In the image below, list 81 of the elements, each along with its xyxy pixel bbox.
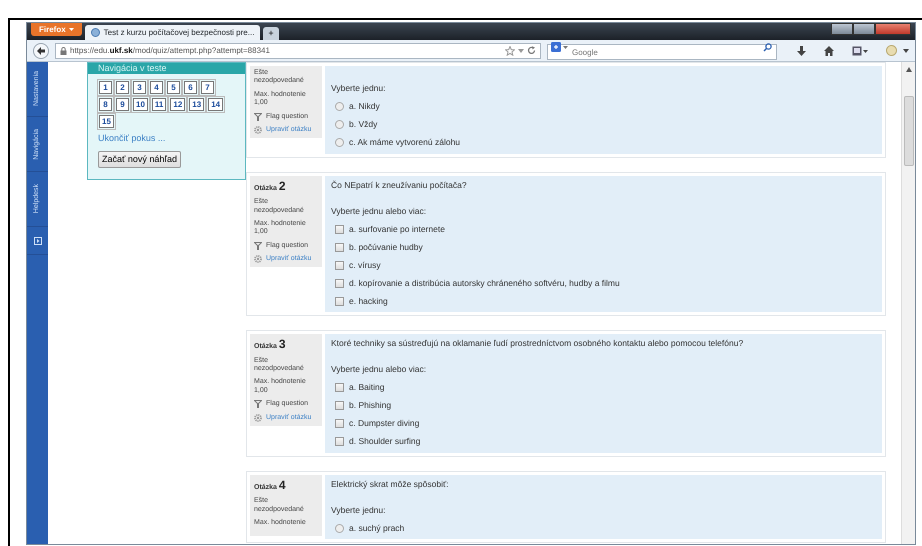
answer-option: e. hacking <box>349 294 388 308</box>
checkbox[interactable] <box>335 242 344 252</box>
close-button[interactable] <box>875 23 911 35</box>
checkbox[interactable] <box>335 419 344 428</box>
question-number-button[interactable]: 6 <box>184 81 197 94</box>
gear-icon[interactable] <box>254 414 262 422</box>
answer-option: a. suchý prach <box>349 522 404 535</box>
radio-button[interactable] <box>335 102 344 112</box>
answer-prompt: Vyberte jednu: <box>331 82 386 95</box>
question-number: 2 <box>278 178 286 193</box>
lock-icon <box>60 46 67 54</box>
minimize-button[interactable] <box>831 23 853 35</box>
answer-option: a. Nikdy <box>349 100 380 114</box>
question-number-button[interactable]: 8 <box>99 98 112 111</box>
gear-icon[interactable] <box>254 255 262 264</box>
panel-title: Navigácia v teste <box>88 63 245 74</box>
checkbox[interactable] <box>335 296 344 306</box>
question-number-button[interactable]: 14 <box>208 98 224 111</box>
question-text: Ktoré techniky sa sústreďujú na oklamanie ľudí prostredníctvom osobného kontaktu alebo pomocou telefónu? <box>331 337 744 350</box>
globe-icon <box>90 28 100 37</box>
download-icon[interactable] <box>797 46 806 56</box>
question-number-button[interactable]: 10 <box>133 98 148 111</box>
checkbox[interactable] <box>335 278 344 288</box>
reload-icon[interactable] <box>527 46 536 55</box>
flag-icon[interactable] <box>254 112 262 121</box>
radio-button[interactable] <box>335 524 344 533</box>
question-number-button[interactable]: 11 <box>152 98 166 111</box>
question-number: 4 <box>278 478 286 492</box>
finish-attempt-link[interactable]: Ukončiť pokus ... <box>88 132 245 146</box>
question-number-button[interactable]: 12 <box>170 98 186 111</box>
scrollbar-thumb[interactable] <box>904 96 914 166</box>
answer-prompt: Vyberte jednu alebo viac: <box>331 204 428 218</box>
flag-icon[interactable] <box>254 242 262 250</box>
answer-option: b. Vždy <box>349 118 378 132</box>
question-number-button[interactable]: 4 <box>150 81 163 94</box>
checkbox[interactable] <box>335 224 344 234</box>
answer-option: d. kopírovanie a distribúcia autorsky chráneného softvéru, hudby a filmu <box>349 276 620 290</box>
back-icon[interactable] <box>33 42 49 58</box>
home-icon[interactable] <box>824 46 834 56</box>
answer-option: a. surfovanie po internete <box>349 222 445 236</box>
question-text: Čo NEpatrí k zneužívaniu počítača? <box>331 178 468 192</box>
answer-prompt: Vyberte jednu alebo viac: <box>331 363 428 376</box>
new-tab-button[interactable]: + <box>263 27 279 40</box>
browser-tab[interactable]: Test z kurzu počítačovej bezpečnosti pre... <box>84 25 260 40</box>
answer-option: b. Phishing <box>349 399 392 412</box>
question-number-button[interactable]: 3 <box>133 81 146 94</box>
gear-icon[interactable] <box>254 126 262 134</box>
caret-icon <box>68 28 74 31</box>
search-field[interactable]: Google <box>547 44 777 60</box>
question-number-button[interactable]: 7 <box>201 81 214 94</box>
flag-icon[interactable] <box>254 400 262 408</box>
star-icon[interactable] <box>505 46 515 56</box>
radio-button[interactable] <box>335 138 344 148</box>
scroll-up-icon[interactable] <box>906 67 912 72</box>
question-number-button[interactable]: 1 <box>99 81 112 94</box>
question-number-button[interactable]: 5 <box>167 81 180 94</box>
checkbox[interactable] <box>335 437 344 446</box>
checkbox[interactable] <box>335 383 344 392</box>
answer-option: c. Ak máme vytvorenú zálohu <box>349 136 460 150</box>
caret-icon <box>563 46 568 48</box>
maximize-button[interactable] <box>853 23 875 35</box>
question-number-button[interactable]: 15 <box>99 115 114 128</box>
checkbox[interactable] <box>335 401 344 410</box>
answer-prompt: Vyberte jednu: <box>331 504 386 516</box>
expand-icon[interactable] <box>34 236 42 244</box>
caret-icon[interactable] <box>903 48 909 52</box>
search-icon[interactable] <box>763 42 772 52</box>
question-number-button[interactable]: 2 <box>116 81 129 94</box>
answer-option: c. vírusy <box>349 258 381 272</box>
question-number-button[interactable]: 13 <box>189 98 204 111</box>
radio-button[interactable] <box>335 120 344 130</box>
answer-option: d. Shoulder surfing <box>349 435 420 448</box>
answer-option: c. Dumpster diving <box>349 417 420 430</box>
address-bar[interactable]: https://edu.ukf.sk/mod/quiz/attempt.php?attempt=88341 <box>55 42 541 58</box>
answer-option: a. Baiting <box>349 381 384 394</box>
checkbox[interactable] <box>335 260 344 270</box>
question-text: Elektrický skrat môže spôsobiť: <box>331 478 450 490</box>
question-number: 3 <box>278 337 286 352</box>
question-number-button[interactable]: 9 <box>116 98 129 111</box>
new-preview-button[interactable]: Začať nový náhľad <box>98 150 182 168</box>
answer-option: b. počúvanie hudby <box>349 240 423 254</box>
